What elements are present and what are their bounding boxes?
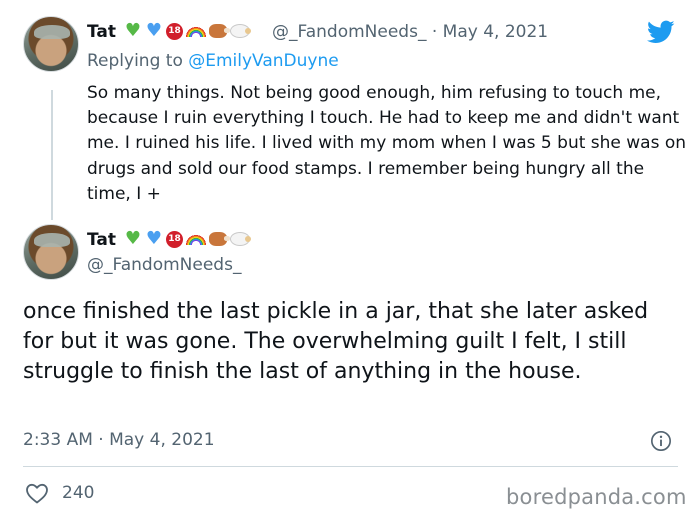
name-emojis: ♥ ♥ 18 <box>124 20 251 41</box>
handle-and-date[interactable]: @_FandomNeeds_ · May 4, 2021 <box>272 22 548 42</box>
handle[interactable]: @_FandomNeeds_ <box>272 22 426 42</box>
name-emojis: ♥ ♥ 18 <box>124 228 251 249</box>
rainbow-icon <box>186 25 206 37</box>
tweet-text: So many things. Not being good enough, h… <box>87 83 687 204</box>
tweet-text: once finished the last pickle in a jar, … <box>23 299 649 384</box>
18-badge-icon: 18 <box>166 230 183 248</box>
sheep-icon <box>230 232 251 246</box>
replying-prefix: Replying to <box>87 51 189 71</box>
divider <box>23 466 678 467</box>
blue-heart-icon: ♥ <box>145 228 163 249</box>
replying-to: Replying to @EmilyVanDuyne <box>87 51 339 71</box>
separator: · <box>431 22 438 42</box>
thread-line <box>51 90 53 220</box>
green-heart-icon: ♥ <box>124 228 142 249</box>
meat-on-bone-icon <box>209 24 230 38</box>
avatar[interactable] <box>23 16 79 72</box>
meat-on-bone-icon <box>209 232 230 246</box>
date[interactable]: May 4, 2021 <box>443 22 548 42</box>
green-heart-icon: ♥ <box>124 20 142 41</box>
heart-outline-icon[interactable] <box>25 482 49 504</box>
watermark: boredpanda.com <box>506 485 687 509</box>
twitter-bird-icon[interactable] <box>645 18 677 46</box>
like-count: 240 <box>62 483 95 503</box>
avatar[interactable] <box>23 224 79 280</box>
display-name[interactable]: Tat <box>87 230 116 250</box>
mention-link[interactable]: @EmilyVanDuyne <box>188 51 338 71</box>
blue-heart-icon: ♥ <box>145 20 163 41</box>
timestamp[interactable]: 2:33 AM · May 4, 2021 <box>23 430 215 450</box>
handle[interactable]: @_FandomNeeds_ <box>87 255 241 275</box>
display-name[interactable]: Tat <box>87 22 116 42</box>
18-badge-icon: 18 <box>166 22 183 40</box>
sheep-icon <box>230 24 251 38</box>
rainbow-icon <box>186 233 206 245</box>
info-icon[interactable] <box>650 430 672 452</box>
